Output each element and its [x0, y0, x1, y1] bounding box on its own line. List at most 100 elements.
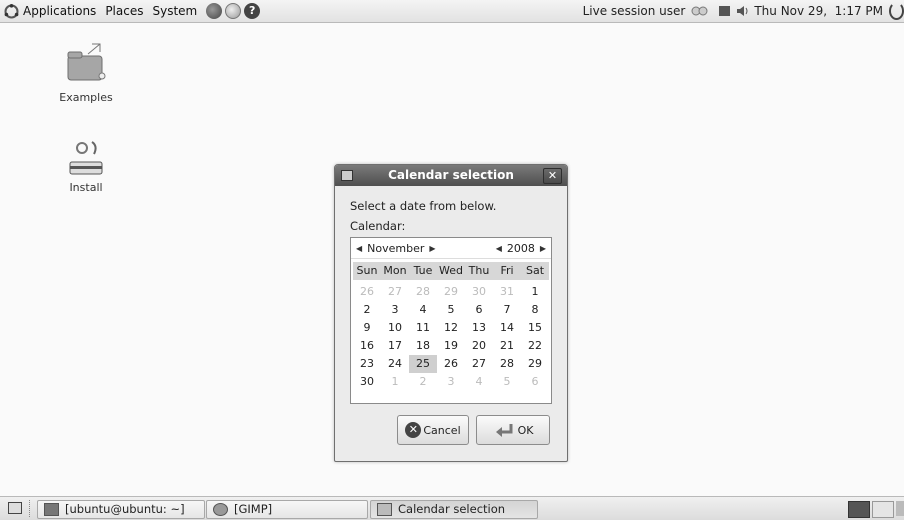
calendar-day-other-month[interactable]: 3	[437, 373, 465, 391]
calendar-week-row: 9 10 11 12 13 14 15	[353, 319, 549, 337]
installer-icon	[64, 136, 108, 180]
calendar-day[interactable]: 24	[381, 355, 409, 373]
calendar-day[interactable]: 18	[409, 337, 437, 355]
calendar-day[interactable]: 14	[493, 319, 521, 337]
help-icon[interactable]: ?	[244, 3, 261, 19]
calendar-day[interactable]: 5	[437, 301, 465, 319]
power-icon[interactable]	[889, 2, 904, 20]
system-menu[interactable]: System	[152, 4, 197, 18]
calendar-day[interactable]: 3	[381, 301, 409, 319]
ok-button[interactable]: OK	[476, 415, 550, 445]
calendar-widget[interactable]: ◀ November ▶ ◀ 2008 ▶ Sun Mon Tue Wed Th…	[350, 237, 552, 404]
firefox-icon[interactable]	[206, 3, 223, 19]
calendar-dialog: Calendar selection ✕ Select a date from …	[334, 164, 568, 462]
next-month-arrow-icon[interactable]: ▶	[427, 244, 437, 253]
desktop-icon-install[interactable]: Install	[46, 136, 126, 194]
trash-icon[interactable]	[896, 501, 904, 516]
network-icon[interactable]	[691, 5, 709, 17]
calendar-week-row: 2345678	[353, 301, 549, 319]
gimp-icon	[213, 503, 228, 516]
dialog-prompt: Select a date from below.	[350, 199, 497, 213]
workspace-switcher[interactable]	[872, 501, 894, 518]
calendar-day-other-month[interactable]: 5	[493, 373, 521, 391]
calendar-day[interactable]: 7	[493, 301, 521, 319]
calendar-week-row: 30 1 2 3 4 5 6	[353, 373, 549, 391]
calendar-day[interactable]: 17	[381, 337, 409, 355]
folder-icon	[64, 40, 108, 84]
calendar-day[interactable]: 22	[521, 337, 549, 355]
calendar-day[interactable]: 6	[465, 301, 493, 319]
weekday-name: Fri	[500, 264, 514, 277]
task-label: [GIMP]	[234, 502, 273, 516]
calendar-day[interactable]: 12	[437, 319, 465, 337]
calendar-day[interactable]: 15	[521, 319, 549, 337]
calendar-day[interactable]: 9	[353, 319, 381, 337]
calendar-day[interactable]: 1	[521, 283, 549, 301]
calendar-day-other-month[interactable]: 30	[465, 283, 493, 301]
email-icon[interactable]	[225, 3, 242, 19]
terminal-icon	[44, 503, 59, 516]
taskbar-item-calendar-selection[interactable]: Calendar selection	[370, 500, 538, 519]
workspace-switcher[interactable]	[848, 501, 870, 518]
enter-arrow-icon	[493, 422, 515, 438]
calendar-day[interactable]: 8	[521, 301, 549, 319]
desktop-icon-label: Examples	[59, 91, 113, 104]
dialog-titlebar[interactable]: Calendar selection ✕	[335, 165, 567, 186]
calendar-week-row: 23 24 25 26 27 28 29	[353, 355, 549, 373]
calendar-header: ◀ November ▶ ◀ 2008 ▶	[351, 238, 551, 259]
calendar-day[interactable]: 21	[493, 337, 521, 355]
clock[interactable]: Thu Nov 29, 1:17 PM	[754, 4, 883, 18]
cancel-label: Cancel	[423, 423, 461, 437]
ok-label: OK	[517, 423, 534, 437]
task-label: Calendar selection	[398, 502, 506, 516]
calendar-day[interactable]: 29	[521, 355, 549, 373]
taskbar-item-gimp[interactable]: [GIMP]	[206, 500, 368, 519]
cancel-icon: ✕	[405, 422, 422, 438]
calendar-day-other-month[interactable]: 6	[521, 373, 549, 391]
prev-month-arrow-icon[interactable]: ◀	[354, 244, 364, 253]
calendar-day-selected[interactable]: 25	[409, 355, 437, 373]
bottom-taskbar: [ubuntu@ubuntu: ~] [GIMP] Calendar selec…	[0, 496, 904, 520]
calendar-day[interactable]: 30	[353, 373, 381, 391]
taskbar-separator	[29, 500, 34, 517]
menu-bar: Applications Places System ?	[0, 0, 267, 22]
calendar-day-other-month[interactable]: 31	[493, 283, 521, 301]
calendar-day[interactable]: 16	[353, 337, 381, 355]
calendar-day[interactable]: 11	[409, 319, 437, 337]
calendar-day[interactable]: 26	[437, 355, 465, 373]
calendar-day[interactable]: 10	[381, 319, 409, 337]
display-icon[interactable]	[719, 6, 731, 16]
calendar-day-other-month[interactable]: 26	[353, 283, 381, 301]
close-button[interactable]: ✕	[543, 168, 562, 184]
calendar-label: Calendar:	[350, 219, 406, 233]
prev-year-arrow-icon[interactable]: ◀	[494, 244, 504, 253]
applications-menu[interactable]: Applications	[23, 4, 96, 18]
calendar-day[interactable]: 27	[465, 355, 493, 373]
calendar-week-row: 26 27 28 29 30 31 1	[353, 283, 549, 301]
calendar-day[interactable]: 4	[409, 301, 437, 319]
next-year-arrow-icon[interactable]: ▶	[538, 244, 548, 253]
weekday-name: Tue	[413, 264, 433, 277]
calendar-day-other-month[interactable]: 27	[381, 283, 409, 301]
desktop-icon-examples[interactable]: Examples	[46, 40, 126, 104]
calendar-day-other-month[interactable]: 2	[409, 373, 437, 391]
taskbar-item-terminal[interactable]: [ubuntu@ubuntu: ~]	[37, 500, 205, 519]
volume-icon[interactable]	[736, 5, 750, 17]
calendar-day[interactable]: 13	[465, 319, 493, 337]
calendar-day[interactable]: 23	[353, 355, 381, 373]
weekday-header: Sun Mon Tue Wed Thu Fri Sat	[353, 262, 549, 280]
calendar-day-other-month[interactable]: 28	[409, 283, 437, 301]
calendar-day[interactable]: 2	[353, 301, 381, 319]
calendar-day[interactable]: 19	[437, 337, 465, 355]
session-user-label[interactable]: Live session user	[583, 4, 686, 18]
ubuntu-logo-icon	[4, 3, 19, 19]
calendar-day-other-month[interactable]: 4	[465, 373, 493, 391]
calendar-day[interactable]: 20	[465, 337, 493, 355]
places-menu[interactable]: Places	[105, 4, 143, 18]
calendar-day-other-month[interactable]: 29	[437, 283, 465, 301]
calendar-day[interactable]: 28	[493, 355, 521, 373]
dialog-window-icon	[377, 503, 392, 516]
calendar-day-other-month[interactable]: 1	[381, 373, 409, 391]
show-desktop-icon[interactable]	[8, 502, 22, 514]
cancel-button[interactable]: ✕ Cancel	[397, 415, 469, 445]
